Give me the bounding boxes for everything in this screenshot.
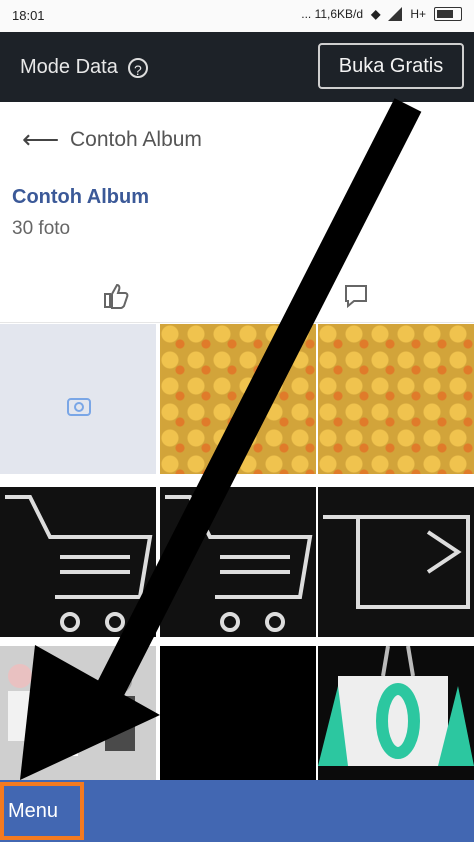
notification-icon: ◆ — [371, 7, 381, 21]
photo-tile[interactable] — [0, 324, 156, 474]
status-icons: ... 11,6KB/d ◆ H+ — [301, 7, 462, 21]
photo-grid — [0, 324, 474, 780]
signal-icon — [388, 7, 403, 21]
photo-tile[interactable] — [0, 646, 156, 780]
status-bar: 18:01 ... 11,6KB/d ◆ H+ — [0, 0, 474, 32]
battery-icon — [434, 7, 462, 21]
menu-button[interactable]: Menu — [0, 782, 84, 840]
comment-icon[interactable] — [342, 282, 370, 310]
status-time: 18:01 — [12, 8, 45, 23]
photo-tile[interactable] — [160, 487, 316, 637]
album-info: Contoh Album 30 foto — [0, 172, 474, 271]
photo-tile[interactable] — [0, 487, 156, 637]
data-mode-bar: Mode Data ? Buka Gratis — [0, 32, 474, 102]
album-actions — [0, 270, 474, 323]
camera-icon — [67, 398, 91, 416]
data-mode-label-group: Mode Data ? — [20, 56, 148, 79]
data-mode-label: Mode Data — [20, 56, 118, 78]
network-speed: ... 11,6KB/d — [301, 7, 364, 21]
photo-tile[interactable] — [318, 487, 474, 637]
photo-tile[interactable] — [160, 646, 316, 780]
page-header: ⟵ Contoh Album — [0, 102, 474, 173]
photo-tile[interactable] — [318, 324, 474, 474]
free-mode-button[interactable]: Buka Gratis — [318, 43, 464, 89]
album-photo-count: 30 foto — [12, 218, 71, 239]
network-type: H+ — [410, 7, 426, 21]
album-name-link[interactable]: Contoh Album — [12, 186, 149, 209]
help-icon[interactable]: ? — [127, 57, 148, 78]
page-title: Contoh Album — [70, 128, 202, 151]
photo-tile[interactable] — [318, 646, 474, 780]
back-arrow-icon[interactable]: ⟵ — [22, 124, 59, 155]
like-icon[interactable] — [102, 282, 130, 310]
photo-tile[interactable] — [160, 324, 316, 474]
